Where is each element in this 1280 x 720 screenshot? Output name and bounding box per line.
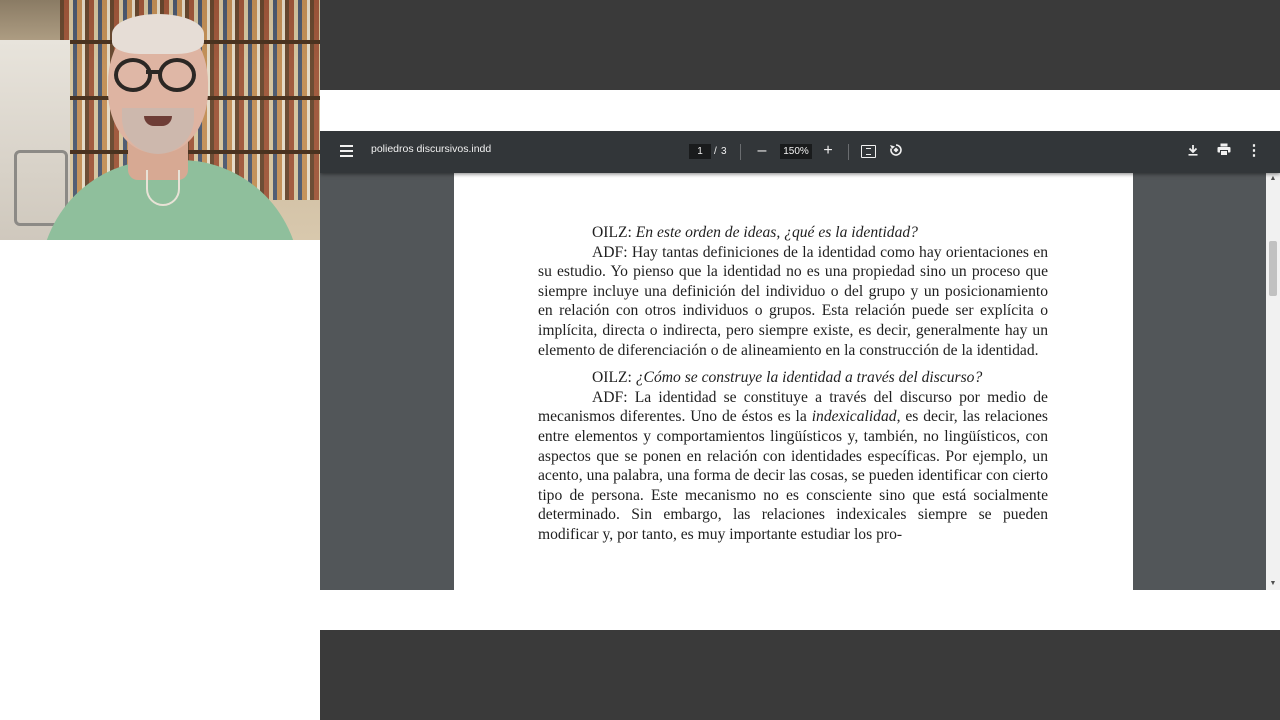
- speaker-label: OILZ:: [592, 224, 636, 241]
- zoom-in-button[interactable]: +: [819, 141, 837, 163]
- rotate-glyph: [890, 144, 902, 156]
- vertical-scrollbar[interactable]: ▲ ▼: [1266, 173, 1280, 590]
- answer-paragraph: ADF: La identidad se constituye a través…: [538, 388, 1048, 545]
- top-white-band: [320, 90, 1280, 130]
- rotate-icon[interactable]: [887, 142, 905, 160]
- scroll-up-arrow-icon[interactable]: ▲: [1266, 173, 1280, 185]
- shelf-board: [60, 150, 320, 154]
- page-separator: /: [714, 146, 717, 157]
- toolbar-divider: [740, 144, 741, 160]
- speaker-hair: [112, 14, 204, 54]
- necklace: [146, 170, 180, 206]
- answer-italic-term: indexicalidad: [811, 408, 897, 426]
- top-dark-area: [320, 0, 1280, 90]
- page-text: OILZ: En este orden de ideas, ¿qué es la…: [538, 223, 1048, 545]
- menu-icon[interactable]: [336, 142, 356, 162]
- pdf-toolbar: poliedros discursivos.indd 1 / 3 – 150% …: [320, 131, 1280, 173]
- toolbar-divider: [848, 144, 849, 160]
- scrollbar-thumb[interactable]: [1269, 241, 1277, 296]
- glasses-bridge: [146, 70, 160, 74]
- bottom-dark-area: [320, 630, 1280, 720]
- speaker-label: ADF:: [592, 243, 632, 261]
- print-icon[interactable]: [1214, 142, 1234, 160]
- page-number-input[interactable]: 1: [689, 144, 711, 159]
- scroll-down-arrow-icon[interactable]: ▼: [1266, 578, 1280, 590]
- speaker-label: OILZ:: [592, 369, 636, 387]
- bottom-white-band: [320, 590, 1280, 630]
- page-total: 3: [721, 146, 727, 157]
- question-text: En este orden de ideas, ¿qué es la ident…: [635, 224, 918, 241]
- download-icon[interactable]: [1184, 142, 1202, 160]
- answer-text: , es decir, las relaciones entre element…: [538, 408, 1048, 543]
- download-glyph: [1188, 145, 1198, 156]
- pdf-viewer: poliedros discursivos.indd 1 / 3 – 150% …: [320, 131, 1280, 590]
- print-glyph: [1217, 143, 1231, 156]
- speaker-label: ADF:: [592, 388, 635, 406]
- webcam-video: [0, 0, 320, 240]
- question-text: ¿Cómo se construye la identidad a través…: [635, 369, 983, 387]
- glasses-right-lens: [158, 58, 196, 92]
- document-title: poliedros discursivos.indd: [371, 143, 492, 155]
- question-paragraph: OILZ: ¿Cómo se construye la identidad a …: [538, 368, 1048, 388]
- fit-page-icon[interactable]: [861, 145, 876, 158]
- question-paragraph: OILZ: En este orden de ideas, ¿qué es la…: [538, 223, 1048, 243]
- zoom-level-input[interactable]: 150%: [780, 144, 812, 159]
- more-options-icon[interactable]: ⋮: [1246, 141, 1262, 161]
- zoom-out-button[interactable]: –: [753, 141, 771, 163]
- glasses-left-lens: [114, 58, 152, 92]
- answer-paragraph: ADF: Hay tantas definiciones de la ident…: [538, 243, 1048, 361]
- pdf-page: OILZ: En este orden de ideas, ¿qué es la…: [454, 173, 1133, 590]
